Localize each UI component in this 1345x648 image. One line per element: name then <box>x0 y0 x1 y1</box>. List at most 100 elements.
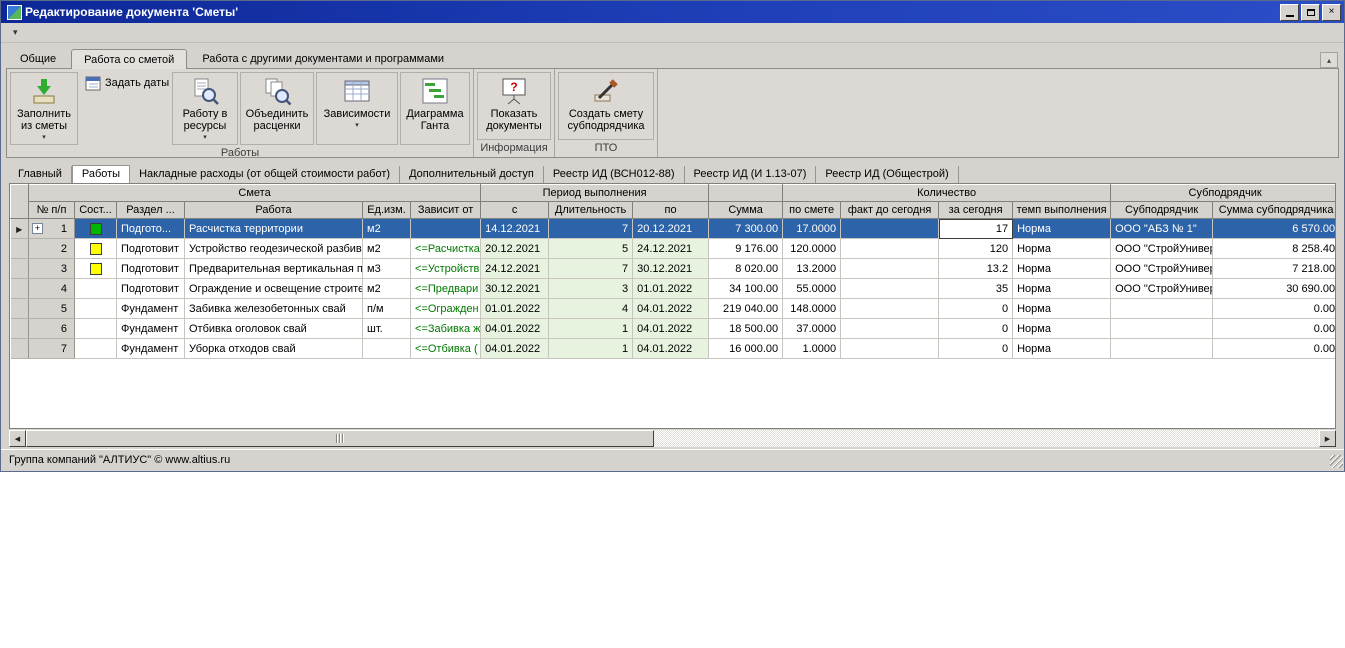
table-row[interactable]: 3 Подготовит Предварительная вертикальна… <box>11 259 1337 279</box>
cell-fact-to-today[interactable] <box>841 339 939 359</box>
cell-unit[interactable]: шт. <box>363 319 411 339</box>
cell-sub-amount[interactable]: 0.00 <box>1213 339 1336 359</box>
cell-work[interactable]: Уборка отходов свай <box>185 339 363 359</box>
column-header-subcontractor[interactable]: Субподрядчик <box>1111 202 1213 219</box>
doc-tab[interactable]: Главный <box>9 166 72 183</box>
cell-depends[interactable]: <=Предвари <box>411 279 481 299</box>
cell-from[interactable]: 04.01.2022 <box>481 339 549 359</box>
cell-to[interactable]: 01.01.2022 <box>633 279 709 299</box>
cell-num[interactable]: 5 <box>29 299 75 319</box>
column-header-section[interactable]: Раздел ... <box>117 202 185 219</box>
column-header-to[interactable]: по <box>633 202 709 219</box>
cell-unit[interactable]: м2 <box>363 219 411 239</box>
cell-status[interactable] <box>75 319 117 339</box>
scrollbar-track[interactable] <box>654 430 1319 447</box>
gantt-chart-button[interactable]: Диаграмма Ганта <box>400 72 470 145</box>
cell-amount[interactable]: 219 040.00 <box>709 299 783 319</box>
cell-sub-amount[interactable]: 0.00 <box>1213 319 1336 339</box>
cell-pace[interactable]: Норма <box>1013 279 1111 299</box>
cell-subcontractor[interactable]: ООО "СтройУнивер <box>1111 239 1213 259</box>
cell-today[interactable]: 120 <box>939 239 1013 259</box>
cell-to[interactable]: 24.12.2021 <box>633 239 709 259</box>
table-row[interactable]: ▶ +1 Подгото... Расчистка территории м2 … <box>11 219 1337 239</box>
cell-status[interactable] <box>75 339 117 359</box>
cell-section[interactable]: Подготовит <box>117 279 185 299</box>
table-row[interactable]: 5 Фундамент Забивка железобетонных свай … <box>11 299 1337 319</box>
cell-sub-amount[interactable]: 6 570.00 <box>1213 219 1336 239</box>
doc-tab[interactable]: Реестр ИД (Общестрой) <box>816 166 958 183</box>
cell-by-estimate[interactable]: 17.0000 <box>783 219 841 239</box>
cell-to[interactable]: 30.12.2021 <box>633 259 709 279</box>
work-to-resources-button[interactable]: Работу в ресурсы ▾ <box>172 72 238 145</box>
doc-tab[interactable]: Накладные расходы (от общей стоимости ра… <box>130 166 400 183</box>
cell-section[interactable]: Подготовит <box>117 259 185 279</box>
column-header-work[interactable]: Работа <box>185 202 363 219</box>
table-row[interactable]: 2 Подготовит Устройство геодезической ра… <box>11 239 1337 259</box>
cell-from[interactable]: 24.12.2021 <box>481 259 549 279</box>
cell-fact-to-today[interactable] <box>841 319 939 339</box>
cell-pace[interactable]: Норма <box>1013 239 1111 259</box>
show-documents-button[interactable]: ? Показать документы <box>477 72 551 140</box>
cell-from[interactable]: 14.12.2021 <box>481 219 549 239</box>
cell-unit[interactable] <box>363 339 411 359</box>
cell-today[interactable]: 0 <box>939 319 1013 339</box>
cell-section[interactable]: Подготовит <box>117 239 185 259</box>
scroll-right-button[interactable]: ▶ <box>1319 430 1336 447</box>
group-header-period[interactable]: Период выполнения <box>481 185 709 202</box>
dependencies-button[interactable]: Зависимости ▾ <box>316 72 398 145</box>
cell-subcontractor[interactable] <box>1111 339 1213 359</box>
cell-section[interactable]: Фундамент <box>117 319 185 339</box>
cell-pace[interactable]: Норма <box>1013 339 1111 359</box>
scrollbar-thumb[interactable] <box>26 430 654 447</box>
cell-from[interactable]: 01.01.2022 <box>481 299 549 319</box>
cell-depends[interactable]: <=Забивка ж <box>411 319 481 339</box>
cell-subcontractor[interactable] <box>1111 319 1213 339</box>
column-header-sub-amount[interactable]: Сумма субподрядчика <box>1213 202 1336 219</box>
cell-duration[interactable]: 3 <box>549 279 633 299</box>
cell-from[interactable]: 04.01.2022 <box>481 319 549 339</box>
cell-duration[interactable]: 1 <box>549 339 633 359</box>
table-row[interactable]: 4 Подготовит Ограждение и освещение стро… <box>11 279 1337 299</box>
ribbon-tab[interactable]: Работа с другими документами и программа… <box>189 48 457 68</box>
cell-by-estimate[interactable]: 37.0000 <box>783 319 841 339</box>
cell-depends[interactable] <box>411 219 481 239</box>
group-header-smeta[interactable]: Смета <box>29 185 481 202</box>
cell-from[interactable]: 30.12.2021 <box>481 279 549 299</box>
cell-section[interactable]: Подгото... <box>117 219 185 239</box>
cell-sub-amount[interactable]: 0.00 <box>1213 299 1336 319</box>
cell-today[interactable]: 17 <box>939 219 1013 239</box>
resize-grip-icon[interactable] <box>1330 455 1343 468</box>
column-header-by-estimate[interactable]: по смете <box>783 202 841 219</box>
cell-depends[interactable]: <=Огражден <box>411 299 481 319</box>
cell-status[interactable] <box>75 299 117 319</box>
table-row[interactable]: 6 Фундамент Отбивка оголовок свай шт. <=… <box>11 319 1337 339</box>
create-subcontract-estimate-button[interactable]: Создать смету субподрядчика <box>558 72 654 140</box>
column-header-num[interactable]: № п/п <box>29 202 75 219</box>
maximize-button[interactable] <box>1301 4 1320 21</box>
cell-depends[interactable]: <=Отбивка ( <box>411 339 481 359</box>
cell-num[interactable]: 3 <box>29 259 75 279</box>
cell-by-estimate[interactable]: 13.2000 <box>783 259 841 279</box>
cell-fact-to-today[interactable] <box>841 219 939 239</box>
cell-sub-amount[interactable]: 30 690.00 <box>1213 279 1336 299</box>
cell-num[interactable]: 7 <box>29 339 75 359</box>
column-header-from[interactable]: с <box>481 202 549 219</box>
cell-work[interactable]: Расчистка территории <box>185 219 363 239</box>
cell-by-estimate[interactable]: 1.0000 <box>783 339 841 359</box>
cell-duration[interactable]: 4 <box>549 299 633 319</box>
cell-today[interactable]: 35 <box>939 279 1013 299</box>
cell-by-estimate[interactable]: 55.0000 <box>783 279 841 299</box>
column-header-status[interactable]: Сост... <box>75 202 117 219</box>
cell-pace[interactable]: Норма <box>1013 319 1111 339</box>
doc-tab[interactable]: Работы <box>72 165 130 183</box>
close-button[interactable]: × <box>1322 4 1341 21</box>
cell-unit[interactable]: м2 <box>363 239 411 259</box>
horizontal-scrollbar[interactable]: ◀ ▶ <box>9 430 1336 447</box>
cell-duration[interactable]: 7 <box>549 259 633 279</box>
column-header-amount[interactable]: Сумма <box>709 202 783 219</box>
column-header-duration[interactable]: Длительность <box>549 202 633 219</box>
cell-today[interactable]: 0 <box>939 299 1013 319</box>
cell-today[interactable]: 13.2 <box>939 259 1013 279</box>
cell-sub-amount[interactable]: 7 218.00 <box>1213 259 1336 279</box>
cell-subcontractor[interactable]: ООО "СтройУнивер <box>1111 259 1213 279</box>
